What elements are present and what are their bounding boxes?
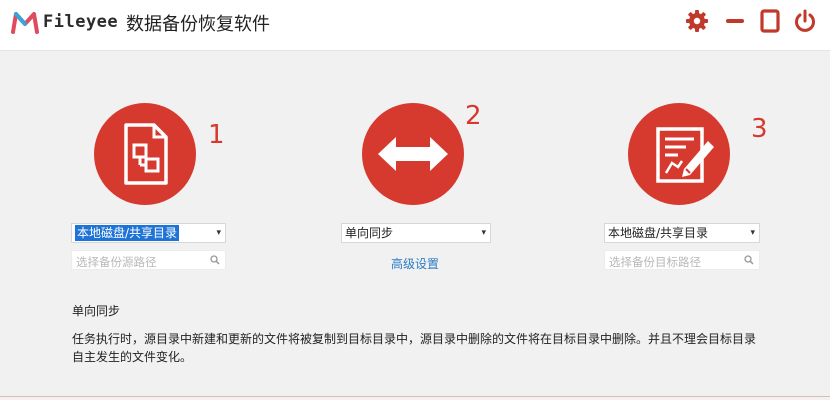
power-icon[interactable] [792,8,818,34]
mode-description-title: 单向同步 [72,304,121,318]
document-icon [124,123,168,185]
step-2-circle [362,103,464,205]
step-3-number: 3 [751,114,768,144]
advanced-settings-link[interactable]: 高级设置 [391,255,439,272]
maximize-icon[interactable] [757,8,783,34]
step-1-number: 1 [208,120,225,150]
sync-mode-value: 单向同步 [345,226,394,240]
chevron-down-icon: ▾ [216,228,221,238]
minimize-icon[interactable] [722,8,748,34]
target-path-input[interactable] [605,253,739,271]
target-type-value: 本地磁盘/共享目录 [608,226,709,240]
step-2-number: 2 [465,101,482,131]
mode-description-text: 任务执行时，源目录中新建和更新的文件将被复制到目标目录中，源目录中删除的文件将在… [72,332,757,364]
chevron-down-icon: ▾ [750,228,755,238]
step-3-circle [628,103,730,205]
edit-document-icon [656,127,714,183]
step-1-circle [94,103,196,205]
double-arrow-icon [378,137,448,171]
chevron-down-icon: ▾ [481,228,486,238]
search-icon[interactable] [210,255,220,265]
target-path-search[interactable] [604,250,760,271]
source-path-search[interactable] [71,250,226,271]
gear-icon[interactable] [684,8,710,34]
source-type-value: 本地磁盘/共享目录 [75,225,180,241]
fileyee-logo-icon [11,12,39,34]
source-type-select[interactable]: 本地磁盘/共享目录 ▾ [71,223,226,243]
source-path-input[interactable] [72,253,206,271]
bottom-divider [0,396,830,397]
title-bar: Fileyee 数据备份恢复软件 [0,0,830,51]
search-icon[interactable] [744,255,754,265]
target-type-select[interactable]: 本地磁盘/共享目录 ▾ [604,223,760,243]
brand-name: Fileyee [43,12,119,32]
sync-mode-select[interactable]: 单向同步 ▾ [341,223,491,243]
app-title: 数据备份恢复软件 [126,14,270,35]
